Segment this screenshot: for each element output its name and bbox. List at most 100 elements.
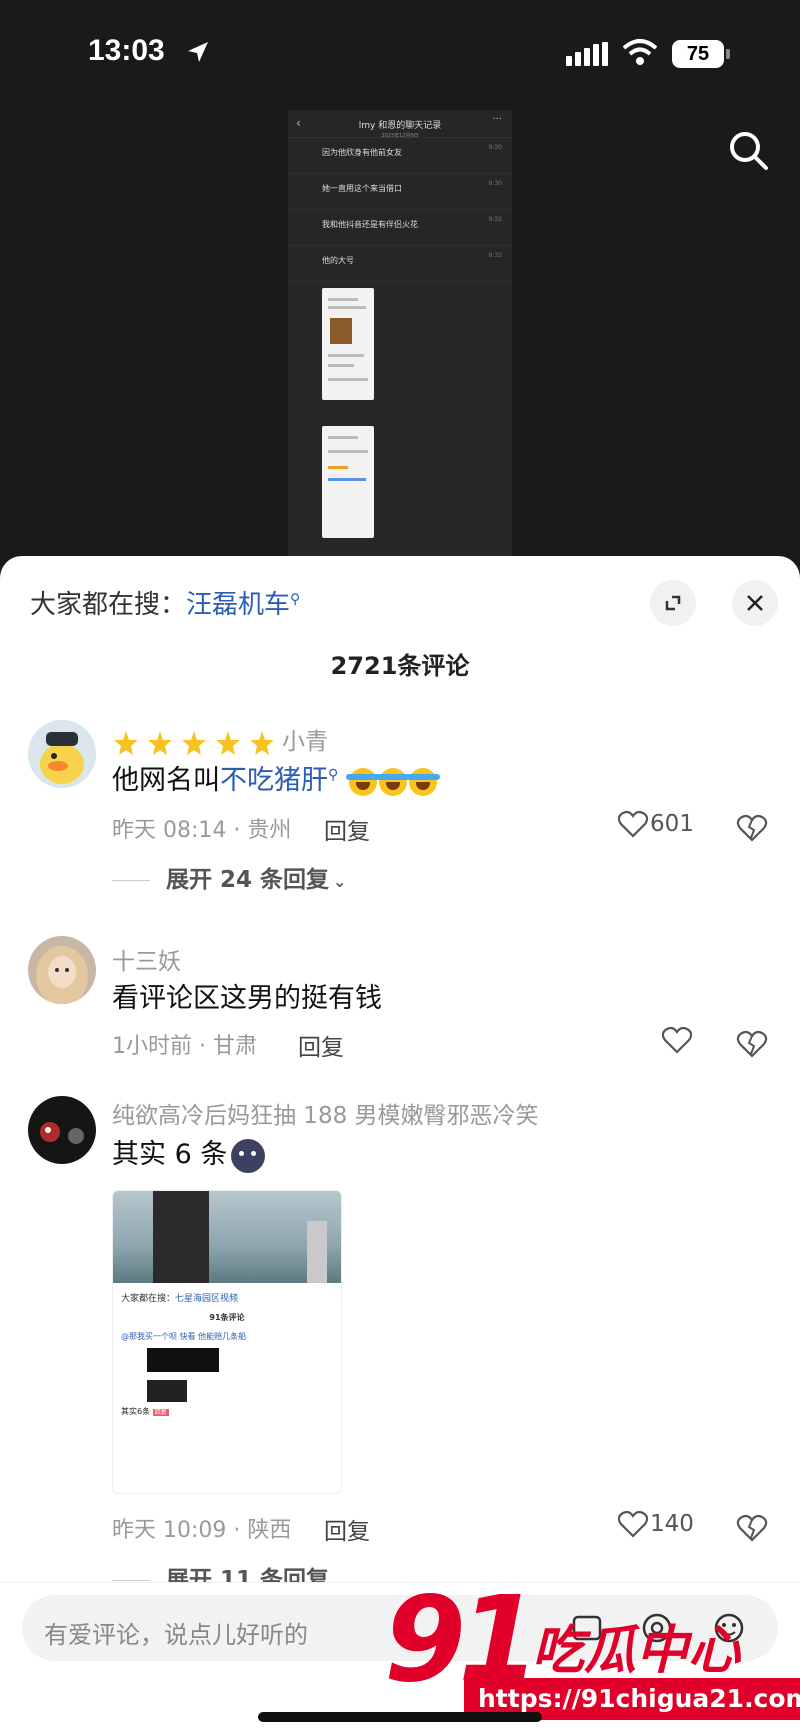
chat-screenshot-preview[interactable]: ‹ lmy 和恩的聊天记录 2023年12月9日 ··· 因为他欣身有他前女友 … xyxy=(288,110,512,560)
preview-message-time: 9:30 xyxy=(488,144,502,151)
preview-message: 他的大号 9:33 xyxy=(288,246,512,282)
heart-icon xyxy=(617,810,649,838)
search-icon: ⚲ xyxy=(328,767,339,783)
watermark-brand: 吃瓜中心 xyxy=(532,1621,741,1681)
like-button[interactable]: 140 xyxy=(617,1510,694,1542)
comment-text-plain: 他网名叫 xyxy=(112,765,220,796)
divider-line xyxy=(112,880,150,881)
reply-button[interactable]: 回复 xyxy=(324,812,370,846)
search-icon[interactable] xyxy=(726,128,770,172)
comment-text: 看评论区这男的挺有钱 xyxy=(112,983,382,1014)
star-badge-icon xyxy=(182,730,206,755)
preview-header: ‹ lmy 和恩的聊天记录 2023年12月9日 ··· xyxy=(288,110,512,139)
attachment-comment-line: @那我买一个呗 快看 他能赔几条船 xyxy=(121,1332,247,1341)
preview-image-thumbnail xyxy=(322,288,374,400)
preview-message-time: 9:30 xyxy=(488,180,502,187)
heart-icon xyxy=(617,1510,649,1538)
close-icon xyxy=(747,595,763,611)
laugh-cry-emoji xyxy=(375,767,410,796)
status-time: 13:03 xyxy=(88,34,165,67)
avatar[interactable] xyxy=(28,936,96,1004)
hot-search-label: 大家都在搜： xyxy=(30,590,187,620)
face-emoji xyxy=(231,1138,266,1173)
preview-message: 因为他欣身有他前女友 9:30 xyxy=(288,138,512,174)
wifi-icon xyxy=(622,39,658,65)
heart-icon xyxy=(661,1026,693,1054)
status-bar: 13:03 75 xyxy=(0,0,800,110)
more-icon: ··· xyxy=(492,114,502,125)
attachment-photo xyxy=(113,1191,341,1283)
like-count: 140 xyxy=(650,1511,694,1537)
comment-meta: 昨天 10:09 · 陕西 xyxy=(112,1518,292,1543)
chevron-down-icon: ⌄ xyxy=(333,872,347,891)
expand-replies-button[interactable]: 展开 24 条回复 ⌄ xyxy=(112,860,346,894)
attachment-hot-keyword: 七星海园区视频 xyxy=(175,1294,239,1304)
attachment-reply-text: 其实6条 xyxy=(121,1407,151,1416)
comment-sheet: 大家都在搜：汪磊机车⚲ 2721条评论 小青 他网名叫不吃猪肝⚲ 昨天 08:1… xyxy=(0,556,800,1735)
comment-count: 2721条评论 xyxy=(330,652,470,680)
preview-title: lmy 和恩的聊天记录 xyxy=(358,121,442,131)
preview-message-text: 她一直用这个来当借口 xyxy=(322,184,402,193)
comment-input-placeholder: 有爱评论，说点儿好听的 xyxy=(44,1621,308,1649)
comment-meta: 1小时前 · 甘肃 xyxy=(112,1034,257,1059)
comment-text: 其实 6 条 xyxy=(112,1132,266,1173)
dark-avatar-image xyxy=(28,1096,96,1164)
preview-image-thumbnail xyxy=(322,426,374,538)
comment-author-name[interactable]: 纯欲高冷后妈狂抽 188 男模嫩臀邪恶冷笑 xyxy=(112,1096,539,1130)
comment-image-attachment[interactable]: 大家都在搜：七星海园区视频 91条评论 @那我买一个呗 快看 他能赔几条船 其实… xyxy=(112,1190,342,1494)
search-icon: ⚲ xyxy=(290,591,301,608)
preview-message-text: 我和他抖音还是有伴侣火花 xyxy=(322,220,418,229)
star-badge-icon xyxy=(250,730,274,755)
laugh-cry-emoji xyxy=(345,767,380,796)
comment-keyword-link[interactable]: 不吃猪肝 xyxy=(220,765,328,796)
star-badge-icon xyxy=(148,730,172,755)
cellular-signal-icon xyxy=(566,42,608,66)
comment-text: 他网名叫不吃猪肝⚲ xyxy=(112,758,440,797)
dislike-icon[interactable] xyxy=(736,1512,768,1542)
comment-author-name[interactable]: 十三妖 xyxy=(112,942,181,976)
avatar[interactable] xyxy=(28,1096,96,1164)
expand-button[interactable] xyxy=(650,580,696,626)
reply-button[interactable]: 回复 xyxy=(324,1512,370,1546)
laugh-cry-emoji xyxy=(405,767,440,796)
attachment-hot-label: 大家都在搜： xyxy=(121,1294,176,1304)
star-badge-icon xyxy=(216,730,240,755)
preview-message-text: 他的大号 xyxy=(322,256,354,265)
battery-tip xyxy=(726,49,730,59)
divider-line xyxy=(112,1580,150,1581)
like-count: 601 xyxy=(650,811,694,837)
avatar[interactable] xyxy=(28,720,96,788)
preview-message-time: 9:32 xyxy=(488,216,502,223)
attachment-video-thumb xyxy=(147,1348,219,1372)
attachment-screenshot: 大家都在搜：七星海园区视频 91条评论 @那我买一个呗 快看 他能赔几条船 其实… xyxy=(113,1283,341,1425)
comment-author-name: 小青 xyxy=(282,729,328,755)
expand-replies-label: 展开 24 条回复 xyxy=(166,867,330,893)
preview-message: 我和他抖音还是有伴侣火花 9:32 xyxy=(288,210,512,246)
location-arrow-icon xyxy=(188,42,208,62)
like-button[interactable]: 601 xyxy=(617,810,694,842)
watermark-logo: 91 吃瓜中心 https://91chigua21.com xyxy=(384,1570,800,1735)
preview-message-text: 因为他欣身有他前女友 xyxy=(322,148,402,157)
dislike-icon[interactable] xyxy=(736,812,768,842)
home-indicator[interactable] xyxy=(258,1712,542,1722)
attachment-reply-tag: 回复 xyxy=(152,1409,169,1416)
star-badge-icon xyxy=(114,730,138,755)
attachment-count: 91条评论 xyxy=(209,1313,245,1322)
comment-author[interactable]: 小青 xyxy=(112,722,328,757)
back-icon: ‹ xyxy=(296,116,301,130)
close-button[interactable] xyxy=(732,580,778,626)
dislike-icon[interactable] xyxy=(736,1028,768,1058)
preview-message: 她一直用这个来当借口 9:30 xyxy=(288,174,512,210)
reply-button[interactable]: 回复 xyxy=(298,1028,344,1062)
comment-text-plain: 其实 6 条 xyxy=(112,1139,228,1170)
attachment-video-thumb xyxy=(147,1380,187,1402)
duck-avatar-image xyxy=(28,720,96,788)
like-button[interactable] xyxy=(661,1026,694,1058)
hot-search-bar[interactable]: 大家都在搜：汪磊机车⚲ xyxy=(30,584,300,621)
comment-meta: 昨天 08:14 · 贵州 xyxy=(112,818,292,843)
hot-search-keyword[interactable]: 汪磊机车 xyxy=(186,590,290,620)
girl-avatar-image xyxy=(28,936,96,1004)
expand-icon xyxy=(665,595,681,611)
battery-indicator: 75 xyxy=(672,40,724,68)
preview-message-time: 9:33 xyxy=(488,252,502,259)
